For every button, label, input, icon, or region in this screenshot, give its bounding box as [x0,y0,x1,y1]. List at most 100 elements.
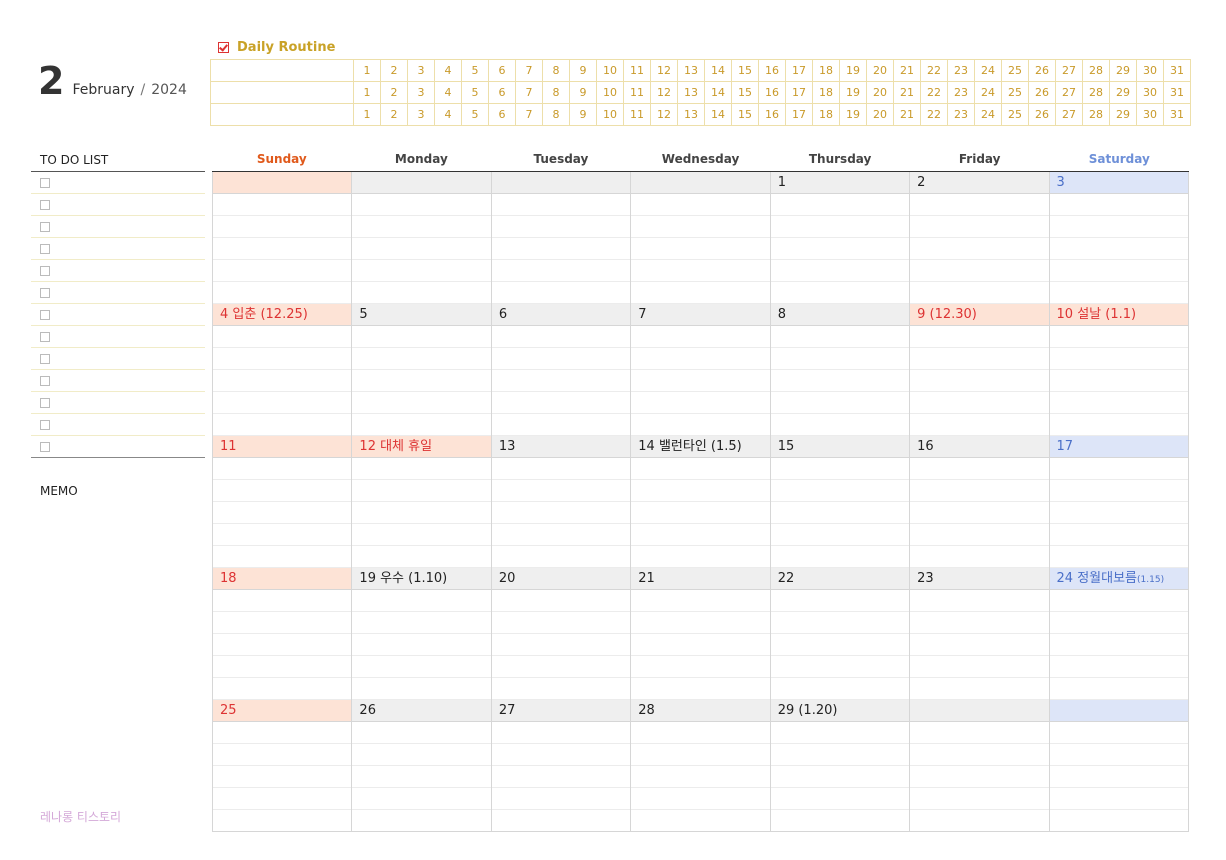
calendar-note-line[interactable] [770,722,910,744]
calendar-note-line[interactable] [213,348,352,370]
routine-day-cell[interactable]: 6 [488,103,516,126]
calendar-note-line[interactable] [770,326,910,348]
calendar-note-line[interactable] [631,766,770,788]
routine-day-cell[interactable]: 10 [596,81,624,104]
todo-item[interactable] [31,172,205,194]
routine-day-cell[interactable]: 27 [1055,103,1083,126]
routine-row-label-cell[interactable] [210,81,354,104]
calendar-note-line[interactable] [770,216,910,238]
calendar-note-line[interactable] [1049,216,1188,238]
calendar-day-cell[interactable]: 3 [1049,172,1189,304]
calendar-note-line[interactable] [770,678,910,700]
routine-day-cell[interactable]: 6 [488,81,516,104]
calendar-note-line[interactable] [910,744,1049,766]
routine-day-cell[interactable]: 5 [461,59,489,82]
todo-item[interactable] [31,370,205,392]
calendar-note-line[interactable] [213,392,352,414]
routine-day-cell[interactable]: 25 [1001,103,1029,126]
routine-day-cell[interactable]: 23 [947,81,975,104]
calendar-note-line[interactable] [1049,634,1188,656]
routine-day-cell[interactable]: 5 [461,103,489,126]
todo-item[interactable] [31,238,205,260]
checkbox-icon[interactable] [40,288,50,298]
calendar-day-cell[interactable]: 2 [910,172,1050,304]
routine-day-cell[interactable]: 5 [461,81,489,104]
calendar-note-line[interactable] [1049,370,1188,392]
calendar-note-line[interactable] [770,502,910,524]
todo-item[interactable] [31,260,205,282]
calendar-note-line[interactable] [631,656,770,678]
calendar-day-cell[interactable]: 4 입춘 (12.25) [212,304,353,436]
routine-day-cell[interactable]: 18 [812,103,840,126]
calendar-note-line[interactable] [491,194,631,216]
routine-day-cell[interactable]: 26 [1028,81,1056,104]
routine-day-cell[interactable]: 10 [596,103,624,126]
routine-day-cell[interactable]: 28 [1082,103,1110,126]
calendar-note-line[interactable] [910,480,1049,502]
calendar-note-line[interactable] [213,326,352,348]
todo-item[interactable] [31,216,205,238]
calendar-note-line[interactable] [213,524,352,546]
calendar-note-line[interactable] [491,392,631,414]
calendar-day-cell[interactable] [1049,700,1189,832]
calendar-note-line[interactable] [910,414,1049,436]
routine-day-cell[interactable]: 14 [704,59,732,82]
calendar-note-line[interactable] [491,744,631,766]
calendar-note-line[interactable] [1049,788,1188,810]
calendar-note-line[interactable] [631,502,770,524]
checkbox-icon[interactable] [40,200,50,210]
calendar-note-line[interactable] [213,656,352,678]
calendar-note-line[interactable] [352,744,491,766]
calendar-day-cell[interactable]: 26 [352,700,492,832]
checkbox-icon[interactable] [40,222,50,232]
calendar-day-cell[interactable] [491,172,632,304]
calendar-day-cell[interactable]: 29 (1.20) [770,700,911,832]
calendar-note-line[interactable] [631,414,770,436]
calendar-note-line[interactable] [491,348,631,370]
calendar-note-line[interactable] [910,282,1049,304]
checkbox-icon[interactable] [40,376,50,386]
calendar-note-line[interactable] [631,634,770,656]
routine-day-cell[interactable]: 28 [1082,81,1110,104]
calendar-note-line[interactable] [213,260,352,282]
routine-day-cell[interactable]: 11 [623,81,651,104]
calendar-note-line[interactable] [1049,656,1188,678]
routine-day-cell[interactable]: 30 [1136,81,1164,104]
routine-day-cell[interactable]: 17 [785,81,813,104]
calendar-note-line[interactable] [631,722,770,744]
calendar-note-line[interactable] [213,722,352,744]
calendar-note-line[interactable] [213,480,352,502]
todo-item[interactable] [31,392,205,414]
routine-day-cell[interactable]: 21 [893,59,921,82]
calendar-note-line[interactable] [631,524,770,546]
calendar-note-line[interactable] [770,788,910,810]
routine-day-cell[interactable]: 8 [542,81,570,104]
routine-day-cell[interactable]: 9 [569,103,597,126]
calendar-note-line[interactable] [352,216,491,238]
calendar-day-cell[interactable]: 19 우수 (1.10) [352,568,492,700]
routine-day-cell[interactable]: 14 [704,81,732,104]
checkbox-icon[interactable] [40,310,50,320]
routine-day-cell[interactable]: 21 [893,103,921,126]
routine-day-cell[interactable]: 27 [1055,81,1083,104]
calendar-note-line[interactable] [491,480,631,502]
checkbox-icon[interactable] [40,398,50,408]
calendar-day-cell[interactable]: 20 [491,568,632,700]
calendar-day-cell[interactable]: 9 (12.30) [910,304,1050,436]
todo-item[interactable] [31,304,205,326]
calendar-day-cell[interactable]: 14 밸런타인 (1.5) [631,436,771,568]
calendar-note-line[interactable] [910,194,1049,216]
routine-day-cell[interactable]: 28 [1082,59,1110,82]
calendar-note-line[interactable] [1049,744,1188,766]
calendar-day-cell[interactable]: 6 [491,304,632,436]
routine-day-cell[interactable]: 23 [947,59,975,82]
calendar-note-line[interactable] [491,216,631,238]
routine-day-cell[interactable]: 22 [920,81,948,104]
routine-day-cell[interactable]: 29 [1109,59,1137,82]
calendar-note-line[interactable] [770,524,910,546]
calendar-note-line[interactable] [352,766,491,788]
calendar-note-line[interactable] [491,238,631,260]
calendar-day-cell[interactable]: 12 대체 휴일 [352,436,492,568]
calendar-note-line[interactable] [770,392,910,414]
routine-day-cell[interactable]: 23 [947,103,975,126]
